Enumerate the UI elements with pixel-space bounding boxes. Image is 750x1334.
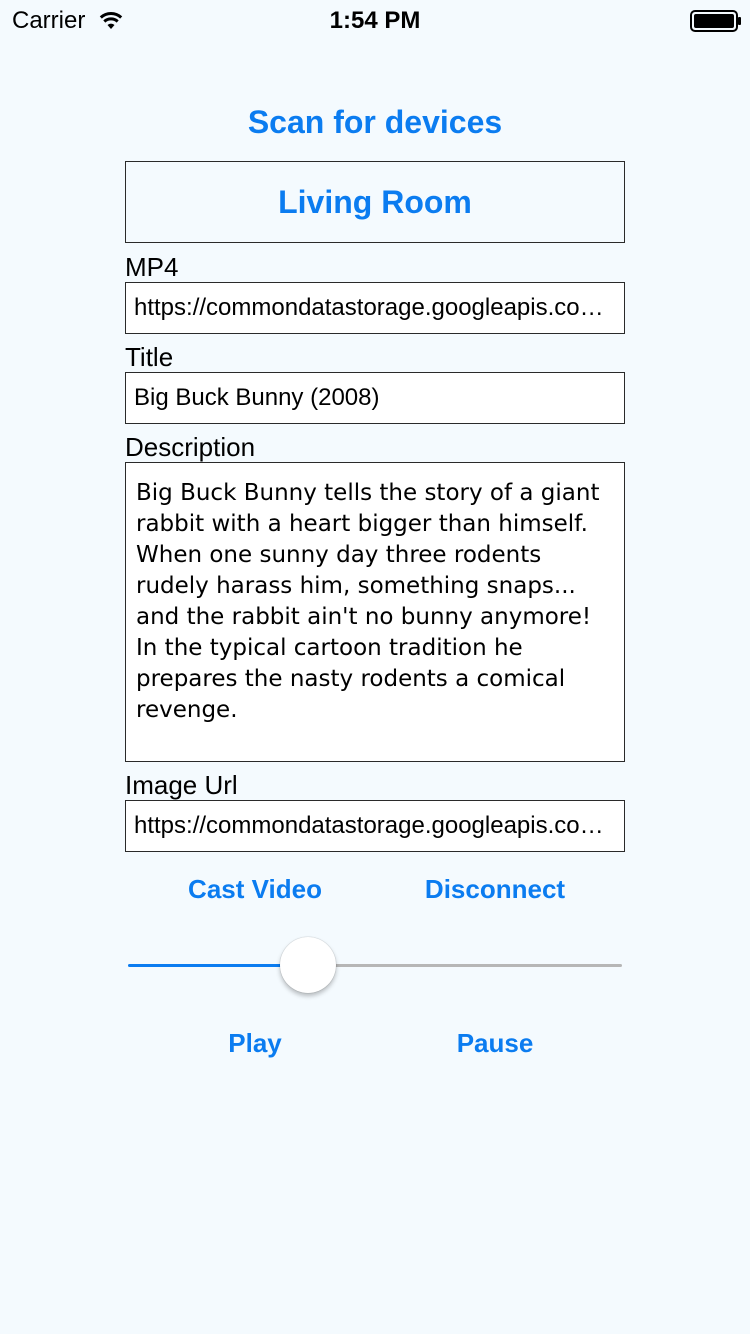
play-button[interactable]: Play	[160, 1026, 350, 1060]
battery-icon	[690, 10, 741, 32]
device-living-room-button[interactable]: Living Room	[125, 161, 625, 243]
image-url-value: https://commondatastorage.googleapis.com…	[134, 812, 612, 839]
title-label: Title	[125, 342, 174, 372]
title-value: Big Buck Bunny (2008)	[134, 384, 380, 411]
image-url-field[interactable]: https://commondatastorage.googleapis.com…	[125, 800, 625, 852]
cast-video-button[interactable]: Cast Video	[160, 872, 350, 906]
device-label: Living Room	[278, 183, 472, 220]
title-field[interactable]: Big Buck Bunny (2008)	[125, 372, 625, 424]
volume-slider[interactable]	[128, 936, 622, 994]
disconnect-button[interactable]: Disconnect	[400, 872, 590, 906]
description-value: Big Buck Bunny tells the story of a gian…	[136, 480, 600, 723]
mp4-label: MP4	[125, 252, 179, 282]
pause-button[interactable]: Pause	[400, 1026, 590, 1060]
mp4-value: https://commondatastorage.googleapis.com…	[134, 294, 612, 321]
description-textarea[interactable]: Big Buck Bunny tells the story of a gian…	[125, 462, 625, 762]
image-url-label: Image Url	[125, 770, 238, 800]
slider-track-empty	[308, 964, 622, 967]
description-label: Description	[125, 432, 256, 462]
mp4-field[interactable]: https://commondatastorage.googleapis.com…	[125, 282, 625, 334]
status-time: 1:54 PM	[329, 7, 421, 34]
slider-thumb[interactable]	[280, 937, 336, 993]
scan-for-devices-button[interactable]: Scan for devices	[0, 100, 750, 144]
